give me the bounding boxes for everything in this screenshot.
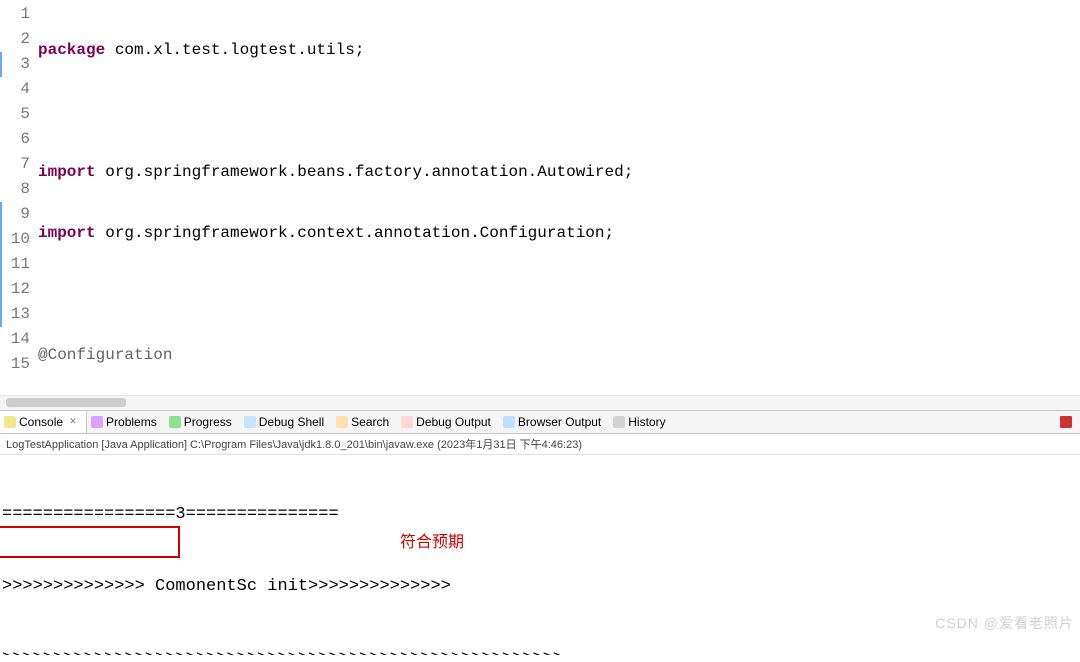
watermark-text: CSDN @爱看老照片 bbox=[935, 611, 1074, 635]
line-number: 4 bbox=[0, 77, 34, 102]
history-icon bbox=[613, 416, 625, 428]
line-number-gutter: 1 2 3 4 5 6 7 8 9 10 11 12 13 14 15 bbox=[0, 0, 38, 395]
line-number: 12 bbox=[0, 277, 34, 302]
tab-problems[interactable]: Problems bbox=[87, 411, 165, 433]
browser-output-icon bbox=[503, 416, 515, 428]
line-number: 7 bbox=[0, 152, 34, 177]
progress-icon bbox=[169, 416, 181, 428]
line-number: 2 bbox=[0, 27, 34, 52]
tab-label: Search bbox=[351, 411, 389, 433]
scrollbar-thumb[interactable] bbox=[6, 398, 126, 407]
debug-shell-icon bbox=[244, 416, 256, 428]
tab-debug-output[interactable]: Debug Output bbox=[397, 411, 499, 433]
tab-console[interactable]: Console ✕ bbox=[0, 411, 87, 433]
tab-label: Progress bbox=[184, 411, 232, 433]
terminate-button[interactable] bbox=[1060, 416, 1072, 428]
line-number: 13 bbox=[0, 302, 34, 327]
tab-label: Browser Output bbox=[518, 411, 601, 433]
line-number: 6 bbox=[0, 127, 34, 152]
tab-history[interactable]: History bbox=[609, 411, 673, 433]
highlight-box bbox=[0, 526, 180, 558]
code-content[interactable]: package com.xl.test.logtest.utils; impor… bbox=[38, 0, 1080, 395]
line-number: 3 bbox=[0, 52, 34, 77]
console-line: >>>>>>>>>>>>>>>>>>>>>>>>>>>>>>>>>>>>>>>>… bbox=[2, 647, 1080, 655]
editor-horizontal-scrollbar[interactable] bbox=[0, 395, 1080, 410]
views-tab-bar: Console ✕ Problems Progress Debug Shell … bbox=[0, 410, 1080, 434]
line-number: 15 bbox=[0, 352, 34, 377]
console-line: >>>>>>>>>>>>>> ComonentSc init>>>>>>>>>>… bbox=[2, 575, 1080, 599]
console-line: =================3=============== bbox=[2, 503, 1080, 527]
line-number: 9 bbox=[0, 202, 34, 227]
console-icon bbox=[4, 416, 16, 428]
line-number: 14 bbox=[0, 327, 34, 352]
tab-label: Debug Output bbox=[416, 411, 491, 433]
console-output[interactable]: =================3=============== >>>>>>… bbox=[0, 455, 1080, 655]
problems-icon bbox=[91, 416, 103, 428]
line-number: 8 bbox=[0, 177, 34, 202]
line-number: 1 bbox=[0, 2, 34, 27]
tab-search[interactable]: Search bbox=[332, 411, 397, 433]
line-number: 11 bbox=[0, 252, 34, 277]
tab-debug-shell[interactable]: Debug Shell bbox=[240, 411, 332, 433]
line-number: 5 bbox=[0, 102, 34, 127]
tab-label: Problems bbox=[106, 411, 157, 433]
close-icon[interactable]: ✕ bbox=[68, 417, 78, 427]
launch-description: LogTestApplication [Java Application] C:… bbox=[0, 434, 1080, 455]
search-icon bbox=[336, 416, 348, 428]
tab-progress[interactable]: Progress bbox=[165, 411, 240, 433]
tab-browser-output[interactable]: Browser Output bbox=[499, 411, 609, 433]
tab-label: History bbox=[628, 411, 665, 433]
tab-label: Debug Shell bbox=[259, 411, 324, 433]
code-editor[interactable]: 1 2 3 4 5 6 7 8 9 10 11 12 13 14 15 pack… bbox=[0, 0, 1080, 395]
debug-output-icon bbox=[401, 416, 413, 428]
annotation-label: 符合预期 bbox=[400, 531, 464, 555]
tab-label: Console bbox=[19, 411, 63, 433]
line-number: 10 bbox=[0, 227, 34, 252]
